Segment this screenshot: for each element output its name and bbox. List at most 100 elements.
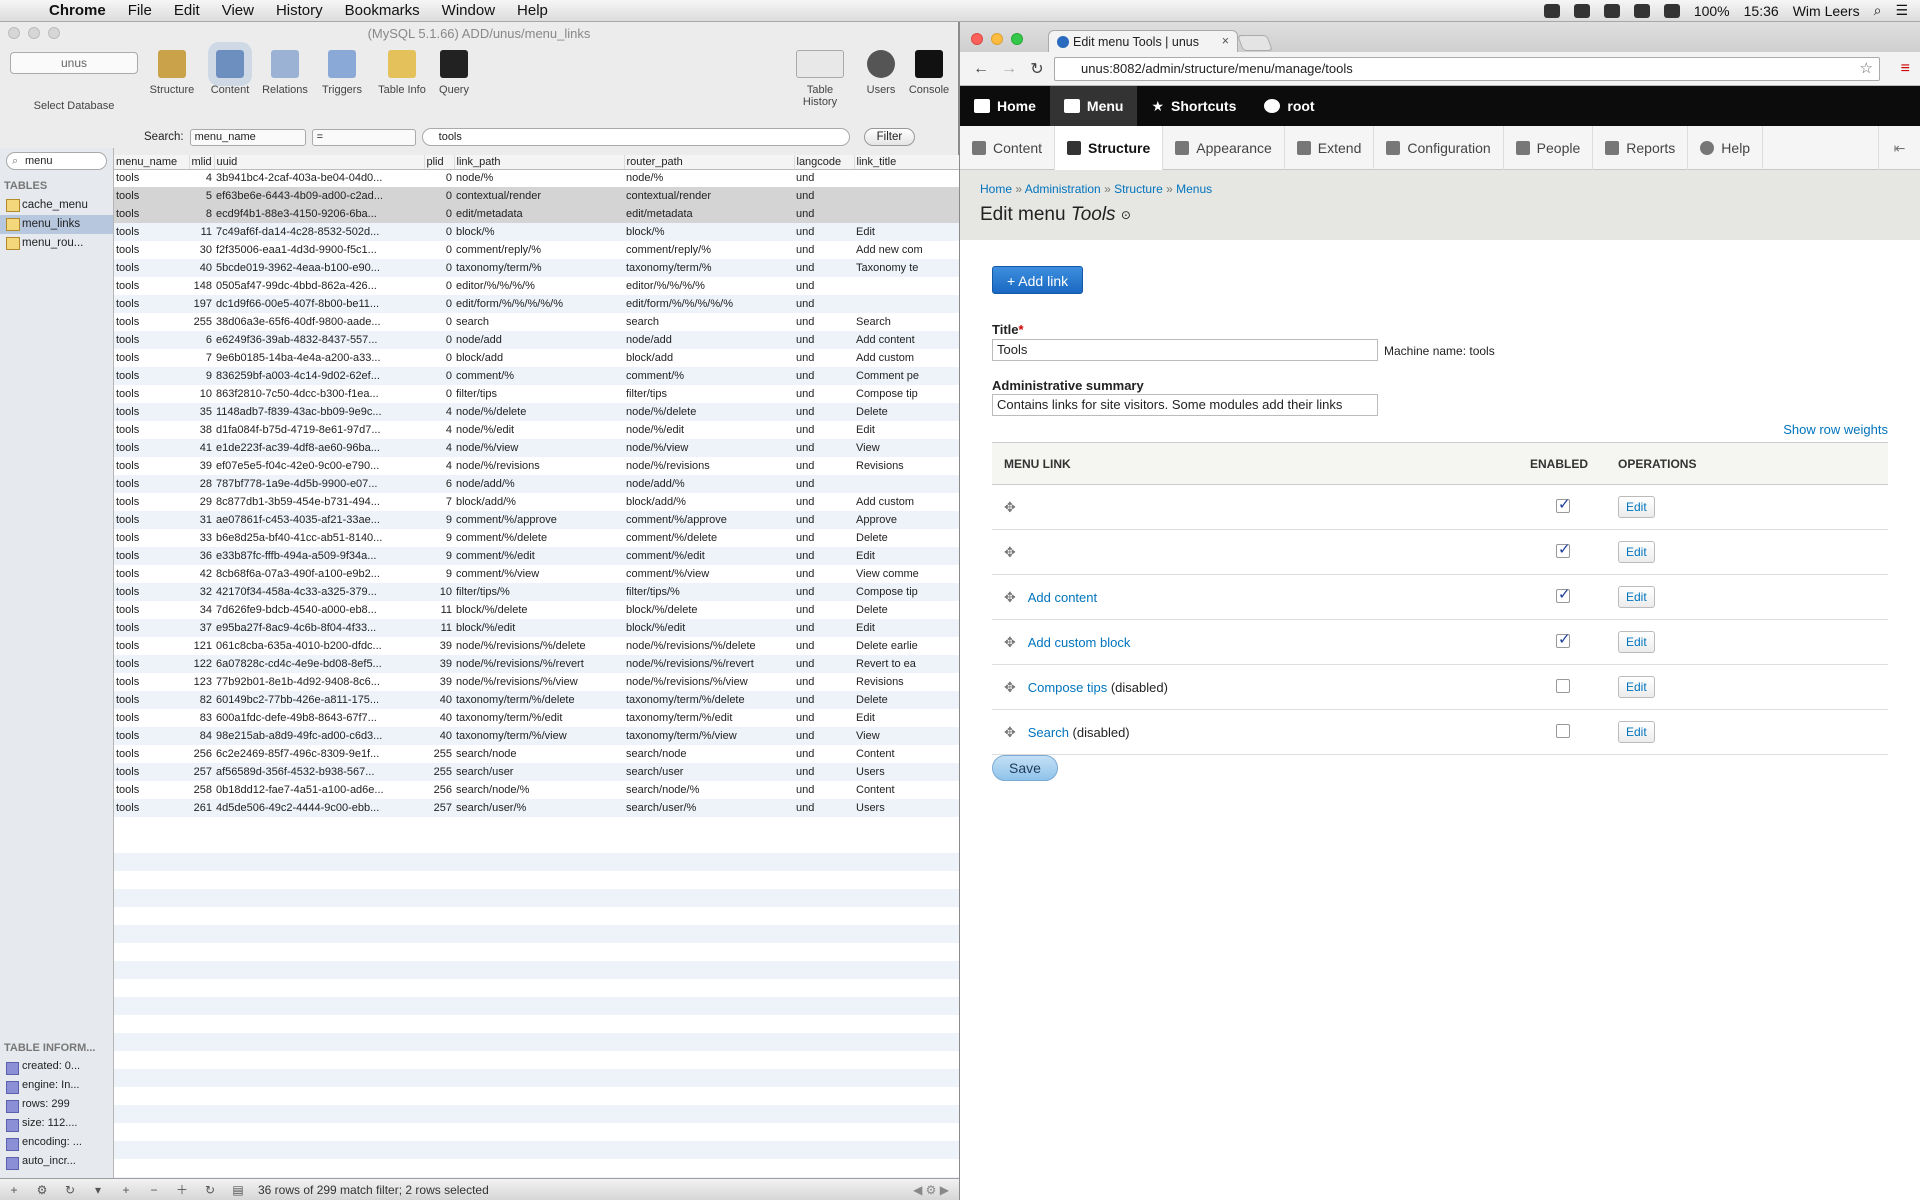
- table-cell[interactable]: tools: [114, 601, 189, 619]
- table-cell[interactable]: tools: [114, 799, 189, 817]
- table-cell[interactable]: und: [794, 493, 854, 511]
- table-cell[interactable]: tools: [114, 439, 189, 457]
- table-cell[interactable]: node/%/revisions/%/revert: [454, 655, 624, 673]
- minimize-icon[interactable]: [28, 27, 40, 39]
- table-cell[interactable]: [854, 187, 959, 205]
- table-cell[interactable]: und: [794, 511, 854, 529]
- menu-view[interactable]: View: [211, 2, 265, 19]
- table-row[interactable]: tools 148 0505af47-99dc-4bbd-862a-426... 0 e…: [114, 277, 959, 295]
- table-cell[interactable]: Add new com: [854, 241, 959, 259]
- table-row[interactable]: tools 5 ef63be6e-6443-4b09-ad00-c2ad... 0 co…: [114, 187, 959, 205]
- table-row[interactable]: tools 4 3b941bc4-2caf-403a-be04-04d0... 0 no…: [114, 169, 959, 187]
- table-row[interactable]: tools 41 e1de223f-ac39-4df8-ae60-96ba... 4 n…: [114, 439, 959, 457]
- table-cell[interactable]: 255: [424, 745, 454, 763]
- table-cell[interactable]: 33: [189, 529, 214, 547]
- table-cell[interactable]: tools: [114, 673, 189, 691]
- close-icon[interactable]: [8, 27, 20, 39]
- table-cell[interactable]: 4: [424, 439, 454, 457]
- menu-help[interactable]: Help: [506, 2, 559, 19]
- table-cell[interactable]: View: [854, 439, 959, 457]
- table-row[interactable]: tools 84 98e215ab-a8d9-49fc-ad00-c6d3... 40…: [114, 727, 959, 745]
- table-cell[interactable]: 3b941bc4-2caf-403a-be04-04d0...: [214, 169, 424, 187]
- table-cell[interactable]: und: [794, 457, 854, 475]
- table-cell[interactable]: 600a1fdc-defe-49b8-8643-67f7...: [214, 709, 424, 727]
- table-row[interactable]: tools 33 b6e8d25a-bf40-41cc-ab51-8140... 9 c…: [114, 529, 959, 547]
- table-cell[interactable]: comment/%/delete: [454, 529, 624, 547]
- table-cell[interactable]: 6c2e2469-85f7-496c-8309-9e1f...: [214, 745, 424, 763]
- table-cell[interactable]: 148: [189, 277, 214, 295]
- table-cell[interactable]: 9: [424, 547, 454, 565]
- table-row[interactable]: tools 7 9e6b0185-14ba-4e4a-a200-a33... 0 blo…: [114, 349, 959, 367]
- structure-button[interactable]: Structure: [142, 50, 202, 96]
- table-cell[interactable]: 836259bf-a003-4c14-9d02-62ef...: [214, 367, 424, 385]
- table-cell[interactable]: tools: [114, 313, 189, 331]
- tray-people[interactable]: People: [1504, 125, 1594, 170]
- edit-button[interactable]: Edit: [1618, 631, 1655, 653]
- table-row[interactable]: tools 257 af56589d-356f-4532-b938-567... 25…: [114, 763, 959, 781]
- wifi-icon[interactable]: [1633, 3, 1650, 18]
- table-cell[interactable]: 5bcde019-3962-4eaa-b100-e90...: [214, 259, 424, 277]
- table-cell[interactable]: tools: [114, 565, 189, 583]
- column-header[interactable]: menu_name: [114, 155, 190, 170]
- table-cell[interactable]: taxonomy/term/%/edit: [624, 709, 794, 727]
- table-cell[interactable]: 42170f34-458a-4c33-a325-379...: [214, 583, 424, 601]
- table-cell[interactable]: node/%/edit: [624, 421, 794, 439]
- table-cell[interactable]: 122: [189, 655, 214, 673]
- table-cell[interactable]: tools: [114, 637, 189, 655]
- edit-button[interactable]: Edit: [1618, 496, 1655, 518]
- table-cell[interactable]: 83: [189, 709, 214, 727]
- table-cell[interactable]: edit/form/%/%/%/%/%: [454, 295, 624, 313]
- table-cell[interactable]: 34: [189, 601, 214, 619]
- table-cell[interactable]: 7: [189, 349, 214, 367]
- menu-app[interactable]: Chrome: [38, 2, 117, 19]
- spotlight-icon[interactable]: ⌕: [1874, 2, 1882, 19]
- table-cell[interactable]: block/add/%: [454, 493, 624, 511]
- table-cell[interactable]: 11: [424, 601, 454, 619]
- table-cell[interactable]: und: [794, 691, 854, 709]
- table-cell[interactable]: ef63be6e-6443-4b09-ad00-c2ad...: [214, 187, 424, 205]
- tray-content[interactable]: Content: [960, 125, 1056, 170]
- table-cell[interactable]: Edit: [854, 223, 959, 241]
- menu-link-title[interactable]: Add content: [1028, 590, 1097, 605]
- table-cell[interactable]: 39: [424, 637, 454, 655]
- table-cell[interactable]: node/add: [624, 331, 794, 349]
- table-cell[interactable]: node/%/revisions: [454, 457, 624, 475]
- console-button[interactable]: Console: [899, 50, 959, 96]
- table-cell[interactable]: 4: [424, 421, 454, 439]
- tray-reports[interactable]: Reports: [1593, 125, 1689, 170]
- table-cell[interactable]: und: [794, 637, 854, 655]
- table-cell[interactable]: filter/tips/%: [454, 583, 624, 601]
- table-cell[interactable]: und: [794, 475, 854, 493]
- minimize-icon[interactable]: [991, 33, 1003, 45]
- table-cell[interactable]: und: [794, 547, 854, 565]
- table-cell[interactable]: 35: [189, 403, 214, 421]
- table-cell[interactable]: 9e6b0185-14ba-4e4a-a200-a33...: [214, 349, 424, 367]
- table-cell[interactable]: und: [794, 259, 854, 277]
- table-cell[interactable]: 11: [424, 619, 454, 637]
- table-history-button[interactable]: Table History: [790, 50, 850, 108]
- table-row[interactable]: tools 38 d1fa084f-b75d-4719-8e61-97d7... 4 n…: [114, 421, 959, 439]
- table-cell[interactable]: taxonomy/term/%/view: [624, 727, 794, 745]
- back-icon[interactable]: ←: [970, 60, 992, 78]
- table-cell[interactable]: 0: [424, 205, 454, 223]
- table-cell[interactable]: 38d06a3e-65f6-40df-9800-aade...: [214, 313, 424, 331]
- table-cell[interactable]: 0: [424, 223, 454, 241]
- table-cell[interactable]: und: [794, 403, 854, 421]
- table-item[interactable]: menu_rou...: [0, 234, 113, 253]
- table-cell[interactable]: und: [794, 763, 854, 781]
- menu-link-title[interactable]: Compose tips: [1028, 680, 1107, 695]
- table-cell[interactable]: tools: [114, 169, 189, 187]
- enabled-checkbox[interactable]: [1556, 723, 1570, 738]
- table-cell[interactable]: 197: [189, 295, 214, 313]
- enabled-checkbox[interactable]: [1556, 678, 1570, 693]
- table-cell[interactable]: und: [794, 331, 854, 349]
- save-button[interactable]: Save: [992, 755, 1058, 781]
- table-cell[interactable]: und: [794, 583, 854, 601]
- query-button[interactable]: Query: [424, 50, 484, 96]
- triggers-button[interactable]: Triggers: [312, 50, 372, 96]
- table-cell[interactable]: 0: [424, 385, 454, 403]
- breadcrumb-administration[interactable]: Administration: [1025, 182, 1101, 196]
- table-row[interactable]: tools 9 836259bf-a003-4c14-9d02-62ef... 0 co…: [114, 367, 959, 385]
- table-cell[interactable]: comment/%/delete: [624, 529, 794, 547]
- table-cell[interactable]: 37: [189, 619, 214, 637]
